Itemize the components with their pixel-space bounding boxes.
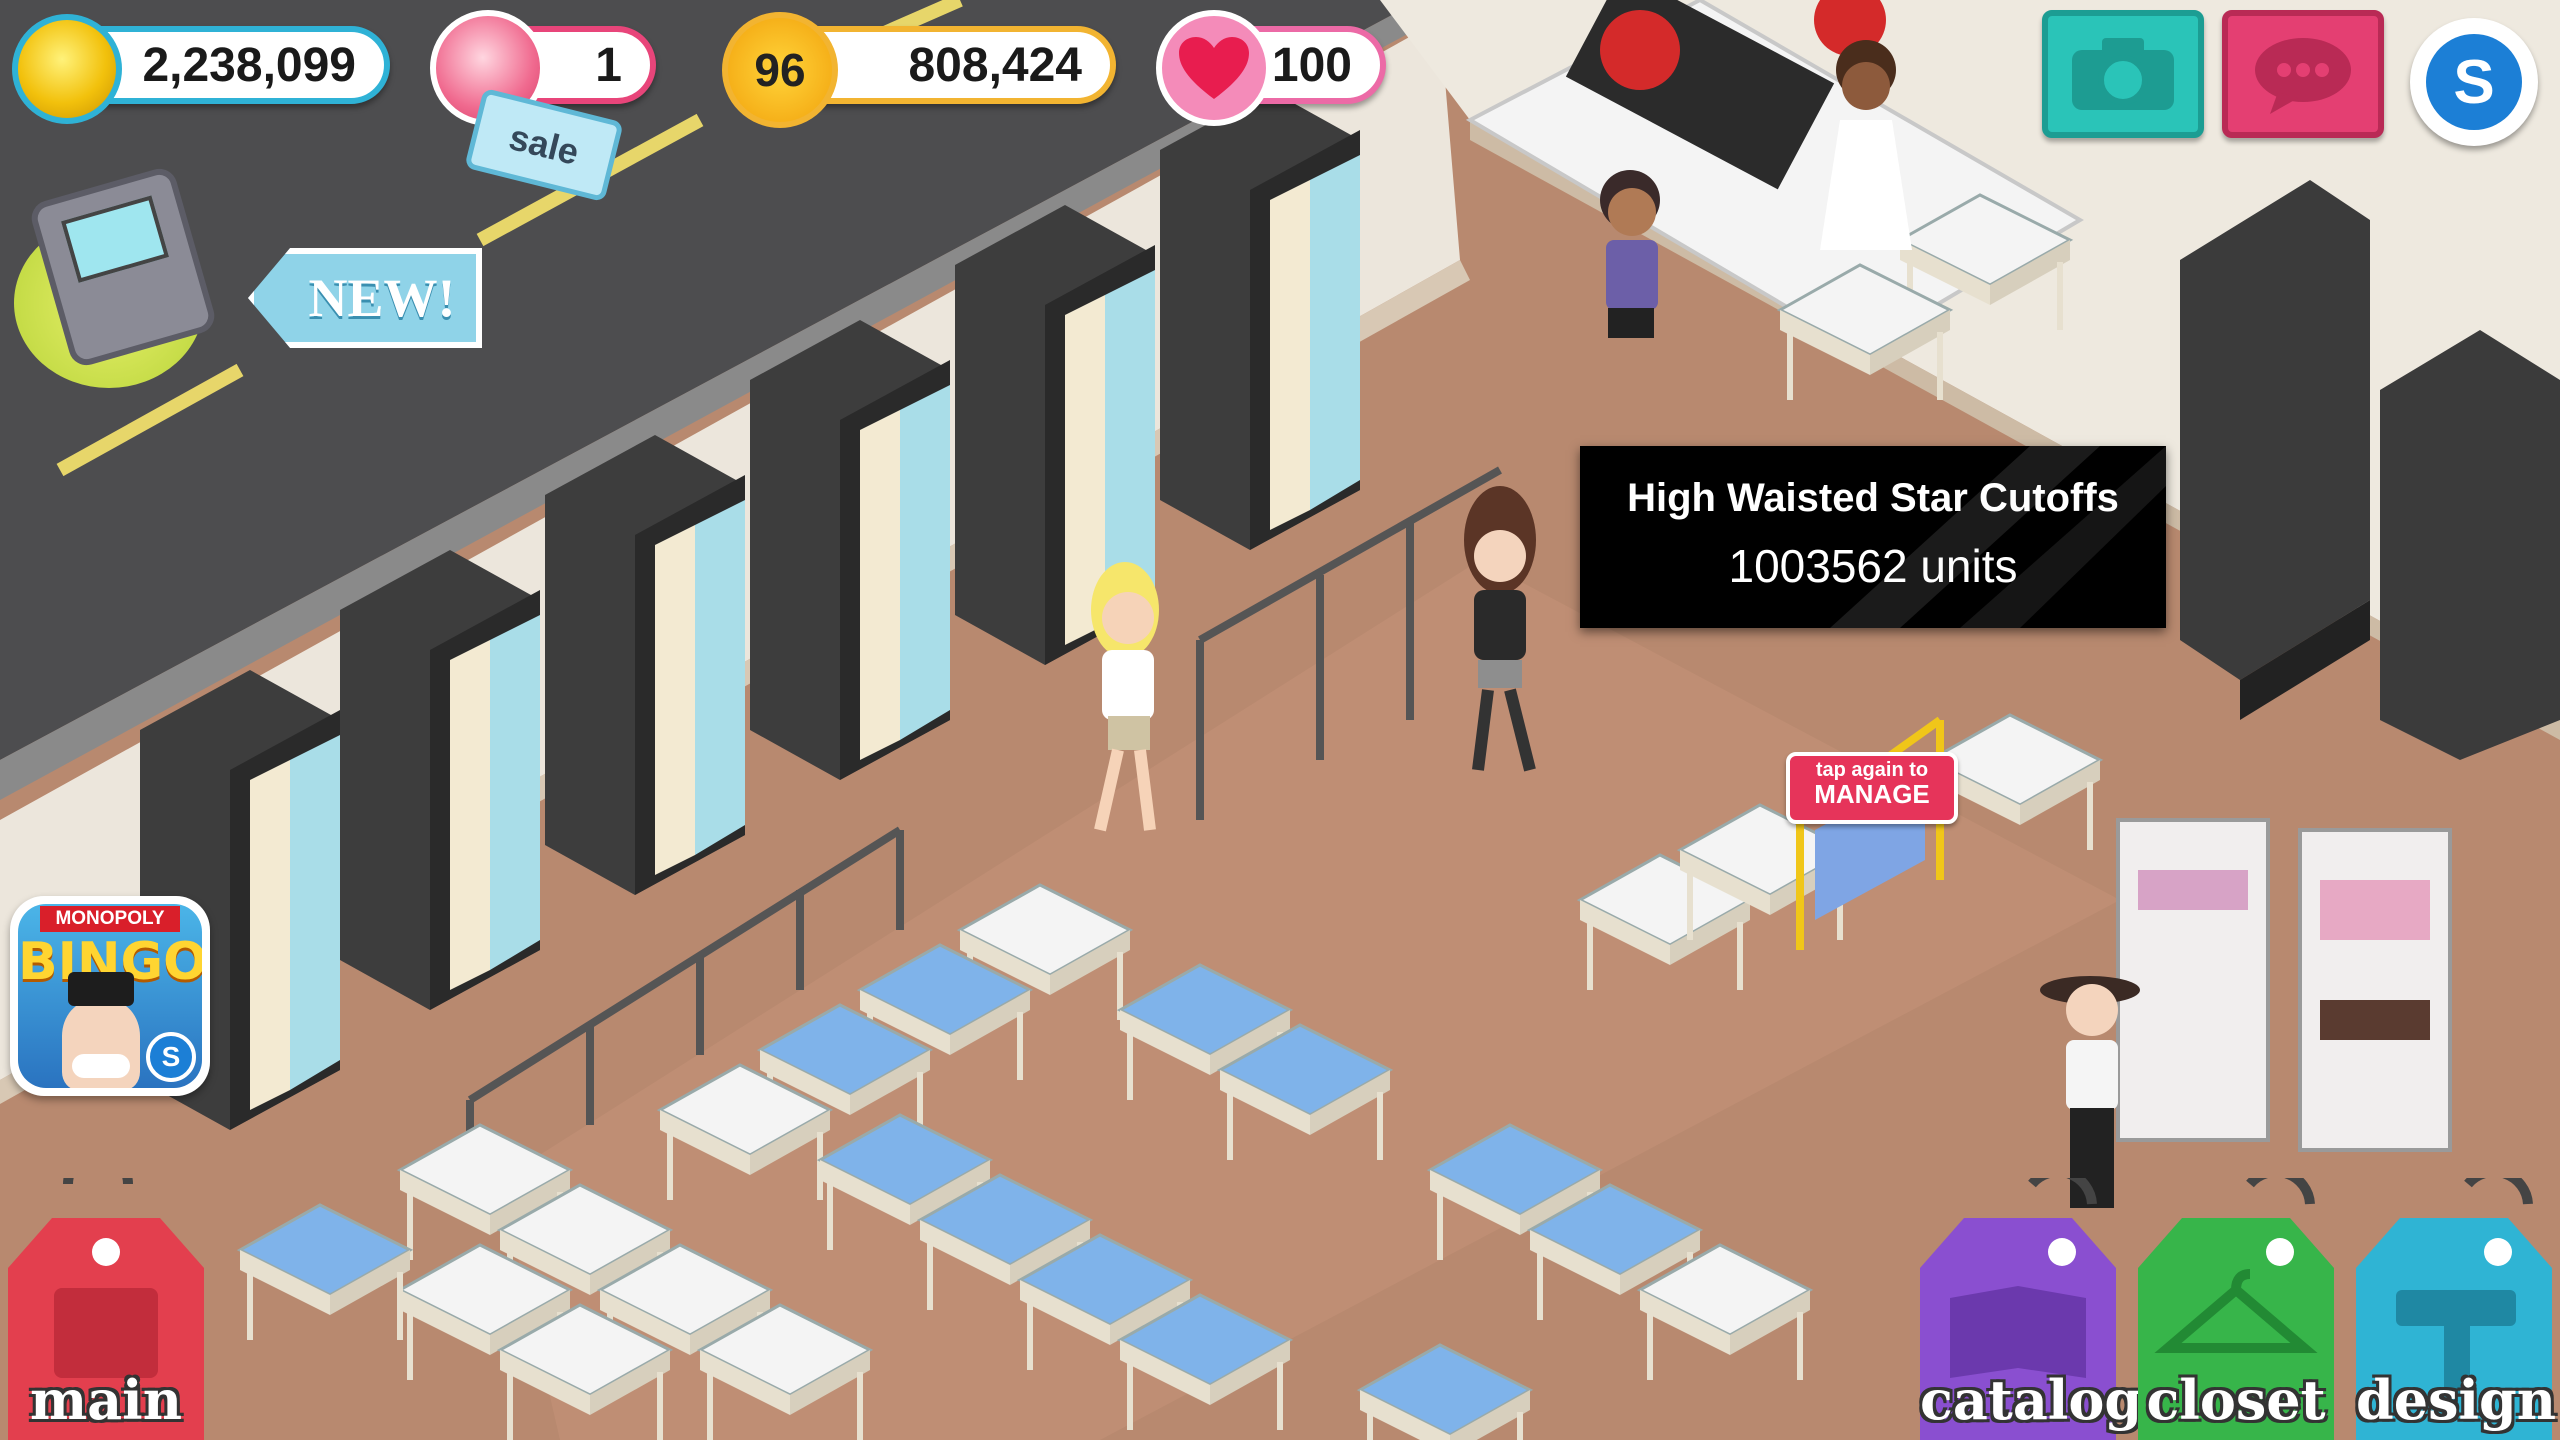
book-icon xyxy=(1950,1286,2086,1378)
catalog-label: catalog xyxy=(1920,1368,2143,1432)
manage-sign[interactable]: tap again to MANAGE xyxy=(1786,752,1958,824)
bingo-promo-button[interactable]: MONOPOLY BINGO S xyxy=(10,896,210,1096)
currency-button[interactable]: S xyxy=(2410,18,2538,146)
currency-s-label: S xyxy=(2453,47,2495,117)
coin-icon xyxy=(12,14,122,124)
heart-icon xyxy=(1156,10,1272,126)
design-label: design xyxy=(2356,1368,2557,1432)
fitting-room[interactable] xyxy=(1160,90,1360,550)
currency-s-icon: S xyxy=(2426,34,2522,130)
energy-value: 100 xyxy=(1271,38,1352,92)
new-label: NEW! xyxy=(308,268,456,328)
manage-label: MANAGE xyxy=(1814,779,1930,809)
experience-value: 808,424 xyxy=(908,38,1082,92)
bingo-s-badge: S xyxy=(146,1032,196,1082)
camera-icon xyxy=(2072,38,2174,110)
fitting-room[interactable] xyxy=(545,435,745,895)
camera-button[interactable] xyxy=(2042,10,2204,138)
hammer-icon xyxy=(2396,1290,2516,1326)
mr-monopoly-icon xyxy=(62,972,140,1088)
catalog-tag-button[interactable]: catalog xyxy=(1920,1178,2143,1440)
level-value: 96 xyxy=(754,44,806,96)
sale-label: sale xyxy=(505,116,584,173)
fitting-room[interactable] xyxy=(340,550,540,1010)
new-badge[interactable]: NEW! xyxy=(248,248,482,348)
main-tag-button[interactable]: main xyxy=(8,1178,204,1440)
main-label: main xyxy=(30,1368,182,1432)
tooltip-units: 1003562 units xyxy=(1728,540,2018,592)
bingo-s-label: S xyxy=(161,1041,181,1072)
tooltip-item-name: High Waisted Star Cutoffs xyxy=(1627,476,2119,520)
manage-hint: tap again to xyxy=(1815,759,1929,781)
bingo-brand: MONOPOLY xyxy=(40,906,180,932)
closet-tag-button[interactable]: closet xyxy=(2138,1178,2334,1440)
notebook-icon xyxy=(54,1288,158,1378)
item-tooltip: High Waisted Star Cutoffs 1003562 units xyxy=(1580,446,2166,628)
gems-value: 1 xyxy=(595,38,622,92)
chat-icon xyxy=(2255,38,2351,114)
fitting-room[interactable] xyxy=(750,320,950,780)
coins-value: 2,238,099 xyxy=(142,38,356,92)
tooltip-stripes xyxy=(1830,446,2166,628)
chat-button[interactable] xyxy=(2222,10,2384,138)
bingo-artwork: MONOPOLY BINGO S xyxy=(18,904,202,1088)
closet-label: closet xyxy=(2146,1368,2326,1432)
level-star-icon: 96 xyxy=(722,12,838,128)
design-tag-button[interactable]: design xyxy=(2356,1178,2557,1440)
